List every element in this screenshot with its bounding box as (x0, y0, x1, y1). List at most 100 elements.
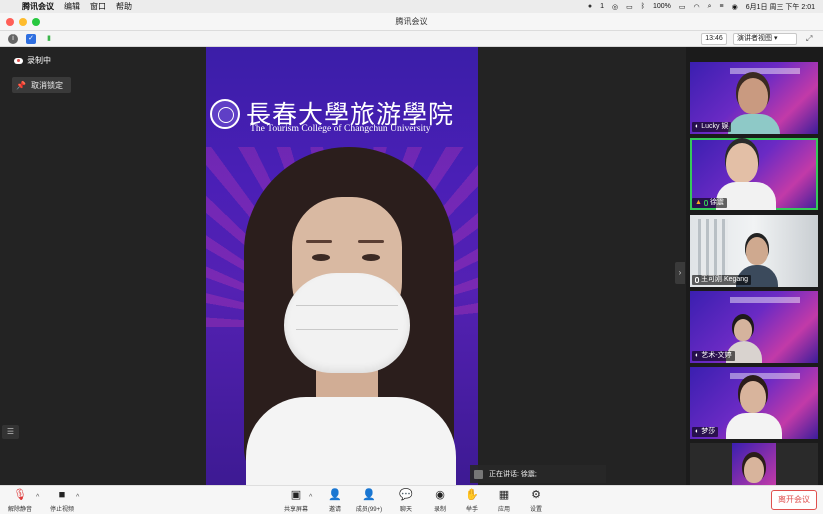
college-seal-logo (210, 99, 240, 129)
list-icon[interactable]: ☰ (2, 425, 19, 439)
left-eye (312, 254, 330, 261)
menu-edit[interactable]: 编辑 (64, 1, 80, 12)
bluetooth-icon[interactable]: ᛒ (641, 3, 645, 10)
participant-name: 艺术-文婷 (701, 352, 732, 359)
meeting-toolbar: i ✓ ▮ 13:46 演讲者视图 ▾ ⤢ (0, 31, 823, 47)
menu-help[interactable]: 帮助 (116, 1, 132, 12)
college-name-en: The Tourism College of Changchun Univers… (250, 123, 431, 134)
participant-face (738, 78, 768, 114)
stop-video-button[interactable]: ■ 停止视频 (46, 488, 78, 514)
participant-gallery: ◐ Lucky 娱 ▲ 徐震 王可刚 Kegang ◐ 艺术-文婷 ◐ 梦莎 (686, 47, 823, 485)
search-icon[interactable]: ⌕ (708, 3, 712, 11)
record-button[interactable]: ◉ 录制 (424, 488, 456, 514)
avatar-icon: ◐ (695, 428, 700, 435)
banner-logo (730, 373, 800, 379)
window-blinds (698, 219, 728, 279)
participant-face (740, 381, 766, 413)
participant-name: 王可刚 Kegang (701, 276, 749, 283)
participant-label: 王可刚 Kegang (692, 275, 752, 285)
mask-fold (296, 329, 398, 330)
banner-logo (730, 68, 800, 74)
share-screen-label: 共享屏幕 (283, 507, 308, 513)
collapse-sidebar-button[interactable]: › (675, 262, 685, 284)
leave-meeting-button[interactable]: 离开会议 (771, 490, 817, 510)
avatar-icon: ◐ (695, 352, 700, 359)
unmute-button[interactable]: 🎙 解除静音 (4, 488, 36, 514)
left-brow (306, 240, 332, 243)
mask-fold (296, 305, 398, 306)
settings-label: 设置 (529, 507, 542, 513)
apps-button[interactable]: ▦ 应用 (488, 488, 520, 514)
info-icon[interactable]: i (8, 34, 18, 44)
fullscreen-icon[interactable]: ⤢ (806, 34, 816, 44)
apps-label: 应用 (497, 507, 510, 513)
participant-tile[interactable]: ◐ 艺术-文婷 (690, 291, 818, 363)
stop-video-label: 停止视频 (49, 507, 74, 513)
speaker-shirt (246, 397, 456, 485)
speaking-indicator: 正在讲话: 徐震; (470, 465, 606, 483)
share-options-chevron-icon[interactable]: ^ (309, 494, 312, 501)
recording-label: 录制中 (27, 56, 51, 65)
members-button[interactable]: 👤 成员(99+) (353, 488, 385, 514)
participant-face (726, 143, 758, 183)
face-mask (284, 273, 410, 373)
main-stage: 录制中 📌 取消锁定 長春大學旅游學院 The Tourism College … (0, 47, 686, 485)
settings-button[interactable]: ⚙ 设置 (520, 488, 552, 514)
unpin-button[interactable]: 📌 取消锁定 (12, 77, 71, 93)
audio-options-chevron-icon[interactable]: ^ (36, 494, 39, 501)
battery-icon[interactable]: ▭ (679, 3, 686, 11)
share-screen-button[interactable]: ▣ 共享屏幕 (280, 488, 312, 514)
participant-tile[interactable]: ◐ Lucky 娱 (690, 62, 818, 134)
unmute-label: 解除静音 (7, 507, 32, 513)
gear-icon: ⚙ (531, 489, 541, 501)
speaker-video[interactable]: 長春大學旅游學院 The Tourism College of Changchu… (206, 47, 478, 485)
wechat-badge: 1 (600, 3, 605, 10)
participant-body (726, 413, 782, 439)
participant-name: Lucky 娱 (701, 123, 729, 130)
participant-tile[interactable]: 王可刚 Kegang (690, 215, 818, 287)
mic-icon (703, 200, 708, 206)
monitor-icon[interactable]: ▭ (626, 3, 633, 11)
participant-tile[interactable]: ▲ 徐震 (690, 138, 818, 210)
wifi-icon[interactable]: ◠ (694, 3, 700, 11)
wechat-icon[interactable]: ● (588, 3, 592, 10)
creative-cloud-icon[interactable]: ◎ (612, 3, 618, 11)
app-menu[interactable]: 腾讯会议 (22, 1, 54, 12)
cloud-record-icon (14, 57, 23, 64)
record-label: 录制 (433, 507, 446, 513)
chat-button[interactable]: 💬 聊天 (390, 488, 422, 514)
window-titlebar: 腾讯会议 (0, 13, 823, 31)
participant-tile[interactable] (690, 443, 818, 485)
invite-label: 邀请 (328, 507, 341, 513)
speaker-avatar-icon (474, 469, 483, 479)
participant-tile[interactable]: ◐ 梦莎 (690, 367, 818, 439)
participant-face (746, 237, 768, 265)
share-screen-icon: ▣ (290, 489, 302, 501)
participant-name: 梦莎 (701, 428, 716, 435)
pin-icon: 📌 (16, 80, 26, 90)
menu-window[interactable]: 窗口 (90, 1, 106, 12)
record-icon: ◉ (435, 489, 445, 501)
recording-indicator[interactable]: 录制中 (14, 55, 51, 66)
raise-hand-button[interactable]: ✋ 举手 (456, 488, 488, 514)
apps-icon: ▦ (498, 489, 510, 501)
participant-label: ◐ 艺术-文婷 (692, 351, 735, 361)
macos-menubar: 腾讯会议 编辑 窗口 帮助 ● 1 ◎ ▭ ᛒ 100% ▭ ◠ ⌕ ≡ ◉ 6… (0, 0, 823, 13)
video-options-chevron-icon[interactable]: ^ (76, 494, 79, 501)
clock[interactable]: 6月1日 周三 下午 2:01 (746, 2, 815, 12)
members-icon: 👤 (362, 489, 376, 501)
unpin-label: 取消锁定 (30, 80, 63, 90)
right-eye (362, 254, 380, 261)
siri-icon[interactable]: ◉ (732, 3, 738, 11)
view-mode-dropdown[interactable]: 演讲者视图 ▾ (733, 33, 797, 45)
right-brow (358, 240, 384, 243)
participant-label: ◐ 梦莎 (692, 427, 719, 437)
meeting-control-bar: 🎙 解除静音 ^ ■ 停止视频 ^ ▣ 共享屏幕 ^ 👤 邀请 👤 成员(99+… (0, 485, 823, 514)
chat-icon: 💬 (399, 489, 413, 501)
invite-button[interactable]: 👤 邀请 (319, 488, 351, 514)
control-center-icon[interactable]: ≡ (720, 3, 724, 10)
battery-percent: 100% (652, 3, 671, 10)
participant-label: ◐ Lucky 娱 (692, 122, 732, 132)
signal-icon[interactable]: ▮ (44, 34, 54, 44)
shield-icon[interactable]: ✓ (26, 34, 36, 44)
